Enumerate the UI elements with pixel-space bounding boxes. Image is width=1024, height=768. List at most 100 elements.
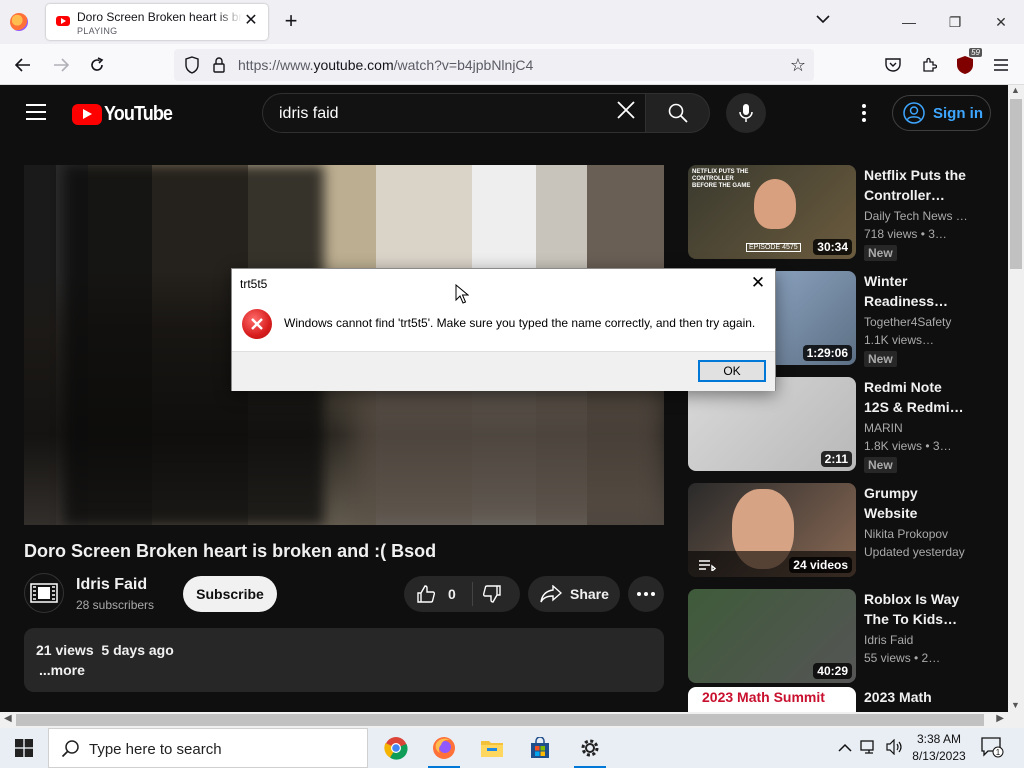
taskbar-search-box[interactable]: Type here to search (48, 728, 368, 768)
forward-icon[interactable] (48, 52, 74, 78)
list-all-tabs-icon[interactable] (816, 11, 830, 27)
recommendation-item[interactable]: 2:11 Redmi Note 12S & Redmi… MARIN 1.8K view… (688, 377, 988, 473)
recommendation-item[interactable]: NETFLIX PUTS THE CONTROLLER BEFORE THE G… (688, 165, 988, 261)
horizontal-scroll-thumb[interactable] (16, 714, 984, 726)
minimize-icon[interactable]: — (886, 0, 932, 44)
recommendation-channel[interactable]: Together4Safety (864, 315, 974, 329)
recommendation-thumbnail[interactable]: 2:11 (688, 377, 856, 471)
notification-count: 1 (996, 748, 1001, 757)
channel-name[interactable]: Idris Faid (76, 576, 147, 594)
start-button[interactable] (0, 728, 48, 768)
voice-search-button[interactable] (726, 93, 766, 133)
close-window-icon[interactable]: ✕ (978, 0, 1024, 44)
tracking-protection-icon[interactable] (184, 56, 200, 79)
lock-icon[interactable] (212, 56, 226, 79)
firefox-icon[interactable] (420, 728, 468, 768)
horizontal-scrollbar[interactable]: ◀ ▶ (0, 712, 1008, 728)
recommendation-meta: 1.8K views • 3… (864, 439, 952, 453)
show-hidden-icons-icon[interactable] (838, 741, 852, 756)
recommendation-title[interactable]: 2023 Math (864, 687, 974, 707)
network-icon[interactable] (860, 739, 878, 758)
settings-menu-icon[interactable] (854, 102, 874, 124)
reload-icon[interactable] (84, 52, 110, 78)
recommendation-channel[interactable]: Nikita Prokopov (864, 527, 974, 541)
recommendation-title[interactable]: Redmi Note 12S & Redmi… (864, 377, 974, 417)
account-icon (903, 102, 925, 124)
store-icon[interactable] (516, 728, 564, 768)
app-menu-icon[interactable] (988, 52, 1014, 78)
file-explorer-icon[interactable] (468, 728, 516, 768)
recommendation-thumbnail[interactable]: 40:29 (688, 589, 856, 683)
recommendation-thumbnail[interactable]: 2023 Math Summit (688, 687, 856, 712)
thumbnail-host-face (754, 179, 796, 229)
more-description-link[interactable]: ...more (39, 662, 85, 678)
bookmark-star-icon[interactable]: ☆ (790, 55, 806, 76)
search-query: idris faid (279, 105, 339, 122)
pocket-icon[interactable] (880, 52, 906, 78)
ok-button[interactable]: OK (698, 360, 766, 382)
sign-in-button[interactable]: Sign in (892, 95, 991, 131)
title-line-1: Winter (864, 273, 908, 289)
settings-icon[interactable] (566, 728, 614, 768)
dislike-button[interactable] (482, 584, 502, 609)
firefox-menu-icon[interactable] (10, 13, 28, 31)
recommendation-title[interactable]: Winter Readiness… (864, 271, 974, 311)
taskbar-clock[interactable]: 3:38 AM 8/13/2023 (908, 731, 970, 765)
tab-youtube[interactable]: Doro Screen Broken heart is broken and :… (46, 4, 268, 40)
microphone-icon (739, 104, 753, 122)
youtube-logo[interactable]: YouTube (72, 103, 180, 126)
scroll-left-icon[interactable]: ◀ (4, 713, 12, 724)
guide-menu-icon[interactable] (26, 104, 46, 120)
recommendation-meta: 718 views • 3… (864, 227, 947, 241)
recommendation-channel[interactable]: MARIN (864, 421, 974, 435)
channel-avatar[interactable] (24, 573, 64, 613)
restore-icon[interactable]: ❐ (932, 0, 978, 44)
title-line-2: Readiness… (864, 293, 949, 309)
scroll-up-icon[interactable]: ▲ (1011, 85, 1020, 95)
recommendation-channel[interactable]: Daily Tech News … (864, 209, 974, 223)
share-icon (540, 585, 562, 603)
recommendation-title[interactable]: Netflix Puts the Controller… (864, 165, 974, 205)
notification-center-icon[interactable]: 1 (980, 736, 1004, 763)
search-button[interactable] (646, 93, 710, 133)
scroll-down-icon[interactable]: ▼ (1011, 700, 1020, 710)
clock-time: 3:38 AM (916, 732, 962, 746)
thumbnail-caption: NETFLIX PUTS THE CONTROLLER BEFORE THE G… (692, 169, 751, 189)
extensions-icon[interactable] (916, 52, 942, 78)
address-bar[interactable]: https://www.youtube.com/watch?v=b4jpbNln… (174, 49, 814, 81)
chrome-icon[interactable] (372, 728, 420, 768)
title-line-2: 12S & Redmi… (864, 399, 964, 415)
recommendation-channel[interactable]: Idris Faid (864, 633, 974, 647)
like-button[interactable]: 0 (416, 584, 456, 604)
duration-badge: 24 videos (789, 557, 852, 573)
subscribe-button[interactable]: Subscribe (183, 576, 277, 612)
title-line-1: Grumpy (864, 485, 918, 501)
recommendation-thumbnail[interactable]: 24 videos (688, 483, 856, 577)
vertical-scrollbar[interactable]: ▲ ▼ (1008, 85, 1024, 712)
url-domain: youtube.com (313, 57, 394, 73)
recommendation-thumbnail[interactable]: NETFLIX PUTS THE CONTROLLER BEFORE THE G… (688, 165, 856, 259)
recommendation-item[interactable]: 2023 Math Summit 2023 Math (688, 687, 988, 712)
dialog-close-icon[interactable]: ✕ (747, 272, 769, 294)
recommendation-item[interactable]: 40:29 Roblox Is Way The To Kids… Idris Faid… (688, 589, 988, 685)
scroll-right-icon[interactable]: ▶ (996, 713, 1004, 724)
more-actions-button[interactable] (628, 576, 664, 612)
vertical-scroll-thumb[interactable] (1010, 99, 1022, 269)
share-button[interactable]: Share (528, 576, 620, 612)
search-input[interactable]: idris faid (262, 93, 646, 133)
tab-close-icon[interactable]: ✕ (242, 12, 260, 30)
url-path: /watch?v=b4jpbNlnjC4 (393, 57, 534, 73)
view-meta: 21 views 5 days ago (36, 642, 174, 658)
back-icon[interactable] (10, 52, 36, 78)
thumbnail-episode-tag: EPISODE 4575 (746, 243, 801, 252)
ublock-icon[interactable]: 59 (952, 48, 982, 78)
description-box[interactable]: 21 views 5 days ago ...more (24, 628, 664, 692)
volume-icon[interactable] (886, 738, 904, 758)
clear-search-icon[interactable] (613, 100, 639, 126)
recommendation-title[interactable]: Grumpy Website (864, 483, 974, 523)
dialog-footer: OK (232, 351, 775, 391)
recommendation-title[interactable]: Roblox Is Way The To Kids… (864, 589, 974, 629)
new-tab-button[interactable]: + (280, 9, 302, 33)
windows-logo-icon (15, 739, 33, 757)
recommendation-item[interactable]: 24 videos Grumpy Website Nikita Prokopov Upd… (688, 483, 988, 579)
